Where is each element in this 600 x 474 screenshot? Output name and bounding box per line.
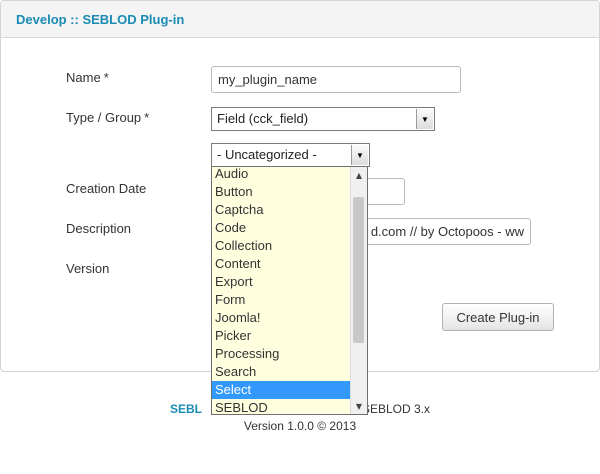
chevron-down-icon[interactable]: ▼	[351, 145, 368, 165]
dropdown-option[interactable]: Content	[212, 255, 351, 273]
group-select[interactable]: - Uncategorized - ▼	[211, 143, 370, 167]
description-value: d.com // by Octopoos - ww	[370, 224, 524, 239]
type-group-label-text: Type / Group	[66, 110, 142, 125]
chevron-down-icon[interactable]: ▼	[351, 398, 367, 414]
description-label: Description	[66, 221, 132, 236]
version-label: Version	[66, 261, 110, 276]
scrollbar-thumb[interactable]	[353, 197, 364, 343]
name-label: Name *	[66, 70, 109, 85]
footer-version: Version 1.0.0 © 2013	[243, 419, 357, 433]
type-select[interactable]: Field (cck_field) ▼	[211, 107, 435, 131]
dropdown-options: Audio Button Captcha Code Collection Content E…	[212, 167, 351, 414]
dropdown-scrollbar[interactable]: ▲ ▼	[350, 167, 367, 414]
dropdown-option[interactable]: Captcha	[212, 201, 351, 219]
create-plugin-button[interactable]: Create Plug-in	[442, 303, 554, 331]
dropdown-option[interactable]: SEBLOD	[212, 399, 351, 414]
name-input[interactable]: my_plugin_name	[211, 66, 461, 93]
panel-title: Develop :: SEBLOD Plug-in	[16, 12, 185, 27]
chevron-up-icon[interactable]: ▲	[351, 167, 367, 183]
name-input-value: my_plugin_name	[218, 72, 318, 87]
chevron-down-icon[interactable]: ▼	[416, 109, 433, 129]
type-group-label: Type / Group *	[66, 110, 149, 125]
dropdown-option[interactable]: Code	[212, 219, 351, 237]
dropdown-option[interactable]: Search	[212, 363, 351, 381]
panel-header: Develop :: SEBLOD Plug-in	[1, 1, 599, 38]
group-select-value: - Uncategorized -	[217, 147, 317, 162]
footer-brand-right: SEBLOD 3.x	[361, 402, 431, 416]
dropdown-option[interactable]: Export	[212, 273, 351, 291]
group-dropdown-list[interactable]: Audio Button Captcha Code Collection Content E…	[211, 166, 368, 415]
dropdown-option[interactable]: Audio	[212, 167, 351, 183]
required-mark: *	[144, 110, 150, 125]
dropdown-option[interactable]: Select	[212, 381, 351, 399]
type-select-value: Field (cck_field)	[217, 111, 309, 126]
dropdown-option[interactable]: Picker	[212, 327, 351, 345]
dropdown-option[interactable]: Button	[212, 183, 351, 201]
dropdown-option[interactable]: Collection	[212, 237, 351, 255]
dropdown-option[interactable]: Processing	[212, 345, 351, 363]
creation-date-label: Creation Date	[66, 181, 147, 196]
name-label-text: Name	[66, 70, 101, 85]
required-mark: *	[103, 70, 109, 85]
dropdown-option[interactable]: Form	[212, 291, 351, 309]
dropdown-option[interactable]: Joomla!	[212, 309, 351, 327]
footer-brand-left[interactable]: SEBL	[170, 402, 202, 416]
